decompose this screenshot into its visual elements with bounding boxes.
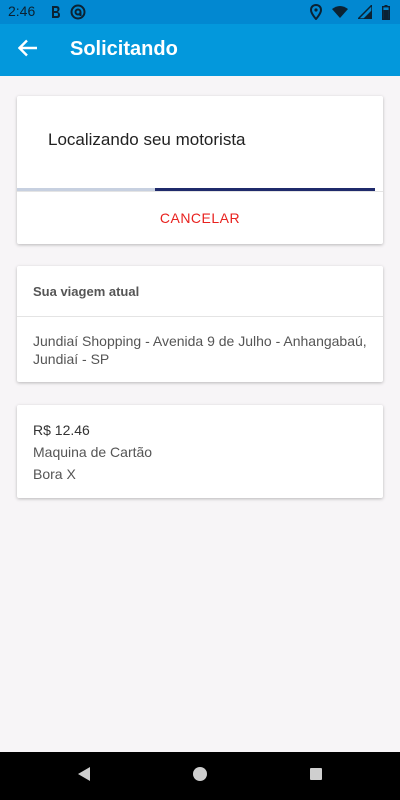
current-trip-header: Sua viagem atual: [33, 284, 140, 299]
arrow-back-icon: [17, 39, 38, 62]
page-title: Solicitando: [70, 38, 178, 60]
status-left-icons: [48, 4, 86, 20]
payment-card: R$ 12.46 Maquina de Cartão Bora X: [17, 405, 383, 498]
app-bar: Solicitando: [0, 24, 400, 76]
location-icon: [310, 4, 322, 20]
divider: [17, 316, 383, 317]
service-type: Bora X: [33, 466, 76, 482]
trip-price: R$ 12.46: [33, 422, 90, 438]
signal-icon: [358, 5, 372, 19]
cancel-button[interactable]: CANCELAR: [17, 192, 383, 244]
current-trip-card: Sua viagem atual Jundiaí Shopping - Aven…: [17, 266, 383, 382]
locating-driver-text: Localizando seu motorista: [48, 130, 246, 149]
b-icon: [48, 4, 62, 20]
back-button[interactable]: [14, 36, 42, 64]
nav-back-button[interactable]: [74, 766, 94, 786]
status-time: 2:46: [8, 3, 36, 19]
nav-recents-button[interactable]: [306, 766, 326, 786]
trip-address: Jundiaí Shopping - Avenida 9 de Julho - …: [33, 333, 367, 367]
status-right-icons: [310, 4, 390, 20]
wifi-icon: [332, 5, 348, 19]
system-navigation-bar: [0, 752, 400, 800]
triangle-back-icon: [76, 766, 92, 787]
nav-home-button[interactable]: [190, 766, 210, 786]
square-recents-icon: [308, 766, 324, 787]
at-icon: [70, 4, 86, 20]
circle-home-icon: [192, 766, 208, 787]
payment-method: Maquina de Cartão: [33, 444, 153, 460]
locating-card: Localizando seu motorista CANCELAR: [17, 96, 383, 244]
battery-icon: [382, 4, 390, 20]
status-bar: 2:46: [0, 0, 400, 24]
